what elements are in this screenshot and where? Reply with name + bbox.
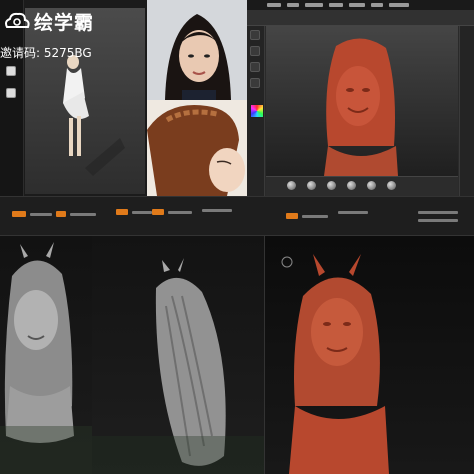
setting-button[interactable] bbox=[152, 209, 164, 215]
invite-code: 邀请码: 5275BG bbox=[0, 46, 92, 60]
material-ball-icon[interactable] bbox=[367, 181, 376, 190]
setting-label bbox=[302, 215, 328, 218]
setting-button[interactable] bbox=[12, 211, 26, 217]
hair-reference-photo bbox=[147, 100, 247, 196]
setting-label bbox=[338, 211, 368, 214]
viewport-red-bust[interactable] bbox=[264, 236, 474, 474]
setting-button[interactable] bbox=[56, 211, 66, 217]
document-icon[interactable] bbox=[6, 88, 16, 98]
person-photo bbox=[147, 0, 247, 100]
braid-photo bbox=[147, 100, 247, 196]
viewport-grey-bust-back[interactable] bbox=[92, 236, 264, 474]
material-ball-icon[interactable] bbox=[287, 181, 296, 190]
menu-item[interactable] bbox=[371, 3, 383, 7]
zbrush-window-bust bbox=[247, 0, 474, 196]
red-bust bbox=[281, 254, 389, 474]
alpha-icon[interactable] bbox=[250, 62, 260, 72]
menu-item[interactable] bbox=[329, 3, 343, 7]
menu-bar bbox=[247, 0, 474, 10]
material-ball-icon[interactable] bbox=[387, 181, 396, 190]
material-ball-icon[interactable] bbox=[347, 181, 356, 190]
setting-label bbox=[30, 213, 52, 216]
brand-title: 绘学霸 bbox=[34, 12, 95, 34]
brush-icon[interactable] bbox=[250, 30, 260, 40]
material-ball-icon[interactable] bbox=[327, 181, 336, 190]
top-shelf bbox=[247, 10, 474, 26]
webcam-person bbox=[147, 0, 247, 100]
menu-item[interactable] bbox=[287, 3, 299, 7]
right-tray bbox=[459, 26, 474, 196]
viewport-grey-bust-front[interactable] bbox=[0, 236, 92, 474]
document-icon[interactable] bbox=[6, 66, 16, 76]
menu-item[interactable] bbox=[305, 3, 323, 7]
clay-bust-model bbox=[324, 38, 398, 176]
setting-label bbox=[168, 211, 192, 214]
brand-logo: 绘学霸 bbox=[4, 8, 94, 35]
figure-model bbox=[63, 55, 125, 176]
grey-bust-back bbox=[92, 258, 264, 474]
menu-item[interactable] bbox=[389, 3, 409, 7]
setting-label bbox=[418, 219, 458, 222]
setting-label bbox=[132, 211, 152, 214]
material-ball-icon[interactable] bbox=[307, 181, 316, 190]
grey-bust-front bbox=[0, 242, 92, 474]
setting-label bbox=[418, 211, 458, 214]
tool-settings-strip bbox=[0, 196, 474, 236]
color-picker-icon[interactable] bbox=[250, 104, 264, 118]
zbrush-window-figure: 绘学霸 邀请码: 5275BG bbox=[0, 0, 147, 196]
menu-item[interactable] bbox=[349, 3, 365, 7]
setting-button[interactable] bbox=[116, 209, 128, 215]
menu-item[interactable] bbox=[267, 3, 281, 7]
setting-button[interactable] bbox=[286, 213, 298, 219]
setting-label bbox=[202, 209, 232, 212]
setting-label bbox=[70, 213, 96, 216]
texture-icon[interactable] bbox=[250, 78, 260, 88]
stroke-icon[interactable] bbox=[250, 46, 260, 56]
logo-cloud-icon bbox=[5, 12, 30, 28]
